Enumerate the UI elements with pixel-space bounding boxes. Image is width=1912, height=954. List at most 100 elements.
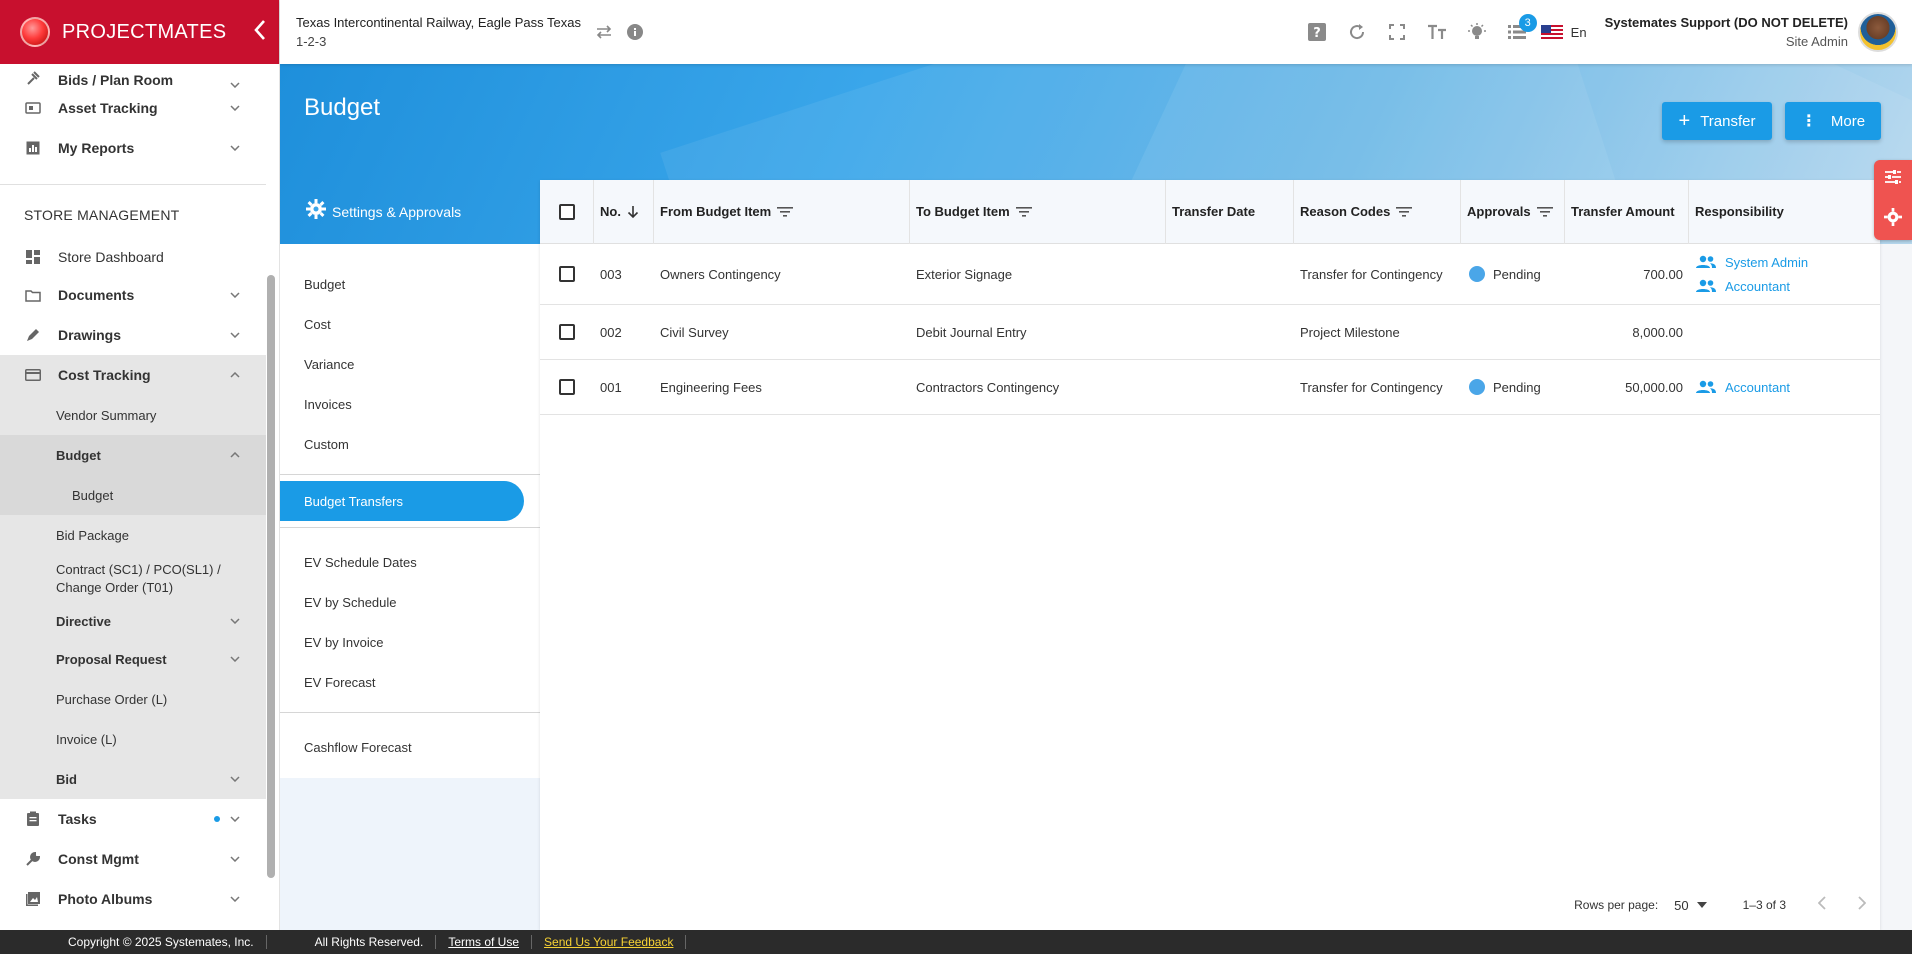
svg-text:?: ? (1313, 26, 1321, 41)
column-header-from[interactable]: From Budget Item (654, 179, 910, 244)
sidebar-item-bid[interactable]: Bid (0, 759, 266, 799)
terms-link[interactable]: Terms of Use (436, 935, 533, 949)
sidebar-item-budget[interactable]: Budget (0, 435, 266, 475)
sidebar-item-purchase-order[interactable]: Purchase Order (L) (0, 679, 266, 719)
task-list-icon[interactable]: 3 (1497, 14, 1537, 40)
sidebar-item-tasks[interactable]: Tasks (0, 799, 266, 839)
row-checkbox[interactable] (559, 379, 575, 395)
cell-to: Debit Journal Entry (916, 324, 1027, 340)
sort-arrow-down-icon[interactable] (627, 205, 639, 219)
subnav-item-ev-forecast[interactable]: EV Forecast (280, 662, 540, 702)
column-header-to[interactable]: To Budget Item (910, 179, 1166, 244)
sidebar-item-directive[interactable]: Directive (0, 603, 266, 639)
subnav-item-ev-by-schedule[interactable]: EV by Schedule (280, 582, 540, 622)
sidebar-item-bids-plan-room[interactable]: Bids / Plan Room (0, 64, 266, 88)
feedback-link[interactable]: Send Us Your Feedback (532, 935, 687, 949)
next-page-icon[interactable] (1858, 895, 1867, 915)
brand-bar: PROJECTMATES (0, 0, 279, 64)
swap-project-icon[interactable] (595, 25, 613, 39)
filter-icon[interactable] (1015, 206, 1032, 217)
subnav-item-ev-schedule-dates[interactable]: EV Schedule Dates (280, 542, 540, 582)
subnav-item-budget-transfers[interactable]: Budget Transfers (280, 481, 524, 521)
wrench-icon (24, 850, 42, 868)
row-checkbox[interactable] (559, 266, 575, 282)
row-checkbox[interactable] (559, 324, 575, 340)
column-header-no[interactable]: No. (594, 179, 654, 244)
filter-icon[interactable] (1536, 206, 1553, 217)
sidebar-item-label: Documents (58, 287, 135, 303)
sidebar-item-vendor-summary[interactable]: Vendor Summary (0, 395, 266, 435)
prev-page-icon[interactable] (1817, 895, 1826, 915)
settings-approvals-link[interactable]: Settings & Approvals (280, 180, 540, 244)
project-selector[interactable]: Texas Intercontinental Railway, Eagle Pa… (296, 15, 581, 49)
lightbulb-icon[interactable] (1457, 23, 1497, 41)
sidebar-item-bid-package[interactable]: Bid Package (0, 515, 266, 555)
sidebar-item-cost-tracking[interactable]: Cost Tracking (0, 355, 266, 395)
brand-name: PROJECTMATES (62, 20, 227, 43)
subnav-item-custom[interactable]: Custom (280, 424, 540, 464)
us-flag-icon[interactable] (1537, 24, 1567, 40)
more-button[interactable]: ⋮ More (1785, 102, 1881, 140)
cell-to: Contractors Contingency (916, 379, 1060, 395)
chevron-up-icon (228, 372, 242, 378)
sidebar-item-label: Proposal Request (56, 651, 167, 667)
notification-dot (214, 816, 220, 822)
column-header-approvals[interactable]: Approvals (1461, 179, 1565, 244)
column-header-responsibility[interactable]: Responsibility (1689, 180, 1880, 244)
column-label: Reason Codes (1300, 204, 1391, 219)
sidebar-item-store-dashboard[interactable]: Store Dashboard (0, 239, 266, 275)
cell-to: Exterior Signage (916, 266, 1013, 282)
subnav-item-cost[interactable]: Cost (280, 304, 540, 344)
sidebar-item-label: Tasks (58, 811, 97, 827)
cell-reason: Transfer for Contingency (1300, 266, 1443, 282)
sidebar-item-contract[interactable]: Contract (SC1) / PCO(SL1) / Change Order… (0, 555, 266, 603)
user-menu[interactable]: Systemates Support (DO NOT DELETE) Site … (1605, 15, 1848, 49)
table-row[interactable]: 003 Owners Contingency Exterior Signage … (540, 244, 1880, 305)
help-icon[interactable]: ? (1297, 23, 1337, 41)
filter-icon[interactable] (1396, 206, 1413, 217)
rows-per-page-select[interactable]: 50 (1674, 898, 1707, 913)
sidebar-item-proposal-request[interactable]: Proposal Request (0, 639, 266, 679)
table-row[interactable]: 001 Engineering Fees Contractors Conting… (540, 360, 1880, 415)
subnav-item-invoices[interactable]: Invoices (280, 384, 540, 424)
fullscreen-icon[interactable] (1377, 24, 1417, 40)
language-selector[interactable]: En (1571, 25, 1587, 40)
sidebar-item-asset-tracking[interactable]: Asset Tracking (0, 88, 266, 128)
settings-gear-icon[interactable] (1884, 208, 1902, 231)
sidebar-item-my-reports[interactable]: My Reports (0, 128, 266, 168)
sidebar-item-const-mgmt[interactable]: Const Mgmt (0, 839, 266, 879)
table-header: No. From Budget Item To Budget Item Tran… (540, 179, 1880, 244)
sidebar-item-budget-sub[interactable]: Budget (0, 475, 266, 515)
refresh-icon[interactable] (1337, 23, 1377, 41)
sidebar-item-photo-albums[interactable]: Photo Albums (0, 879, 266, 919)
responsibility-link[interactable]: Accountant (1695, 375, 1790, 399)
responsibility-link[interactable]: System Admin (1695, 250, 1808, 274)
text-size-icon[interactable] (1417, 24, 1457, 40)
sidebar-item-documents[interactable]: Documents (0, 275, 266, 315)
sidebar-item-drawings[interactable]: Drawings (0, 315, 266, 355)
column-header-transfer-date[interactable]: Transfer Date (1166, 179, 1294, 244)
group-icon (1696, 255, 1716, 268)
sidebar-item-invoice[interactable]: Invoice (L) (0, 719, 266, 759)
responsibility-link[interactable]: Accountant (1695, 274, 1808, 298)
subnav-item-variance[interactable]: Variance (280, 344, 540, 384)
column-header-transfer-amount[interactable]: Transfer Amount (1565, 179, 1689, 244)
info-icon[interactable] (626, 24, 643, 40)
table-row[interactable]: 002 Civil Survey Debit Journal Entry Pro… (540, 305, 1880, 360)
chevron-down-icon (228, 618, 242, 624)
subnav-item-budget[interactable]: Budget (280, 264, 540, 304)
avatar[interactable] (1858, 12, 1898, 52)
transfer-button[interactable]: + Transfer (1662, 102, 1772, 140)
gavel-icon (24, 70, 42, 88)
column-header-reason-codes[interactable]: Reason Codes (1294, 179, 1461, 244)
filter-icon[interactable] (777, 206, 794, 217)
row-select-cell (540, 379, 594, 395)
folder-icon (24, 286, 42, 304)
collapse-sidebar-icon[interactable] (240, 17, 279, 48)
subnav-item-ev-by-invoice[interactable]: EV by Invoice (280, 622, 540, 662)
select-all-checkbox[interactable] (558, 203, 575, 220)
tune-sliders-icon[interactable] (1884, 169, 1902, 190)
pending-status-icon (1469, 379, 1485, 395)
sidebar-scrollbar[interactable] (267, 275, 275, 878)
subnav-item-cashflow-forecast[interactable]: Cashflow Forecast (280, 727, 540, 767)
